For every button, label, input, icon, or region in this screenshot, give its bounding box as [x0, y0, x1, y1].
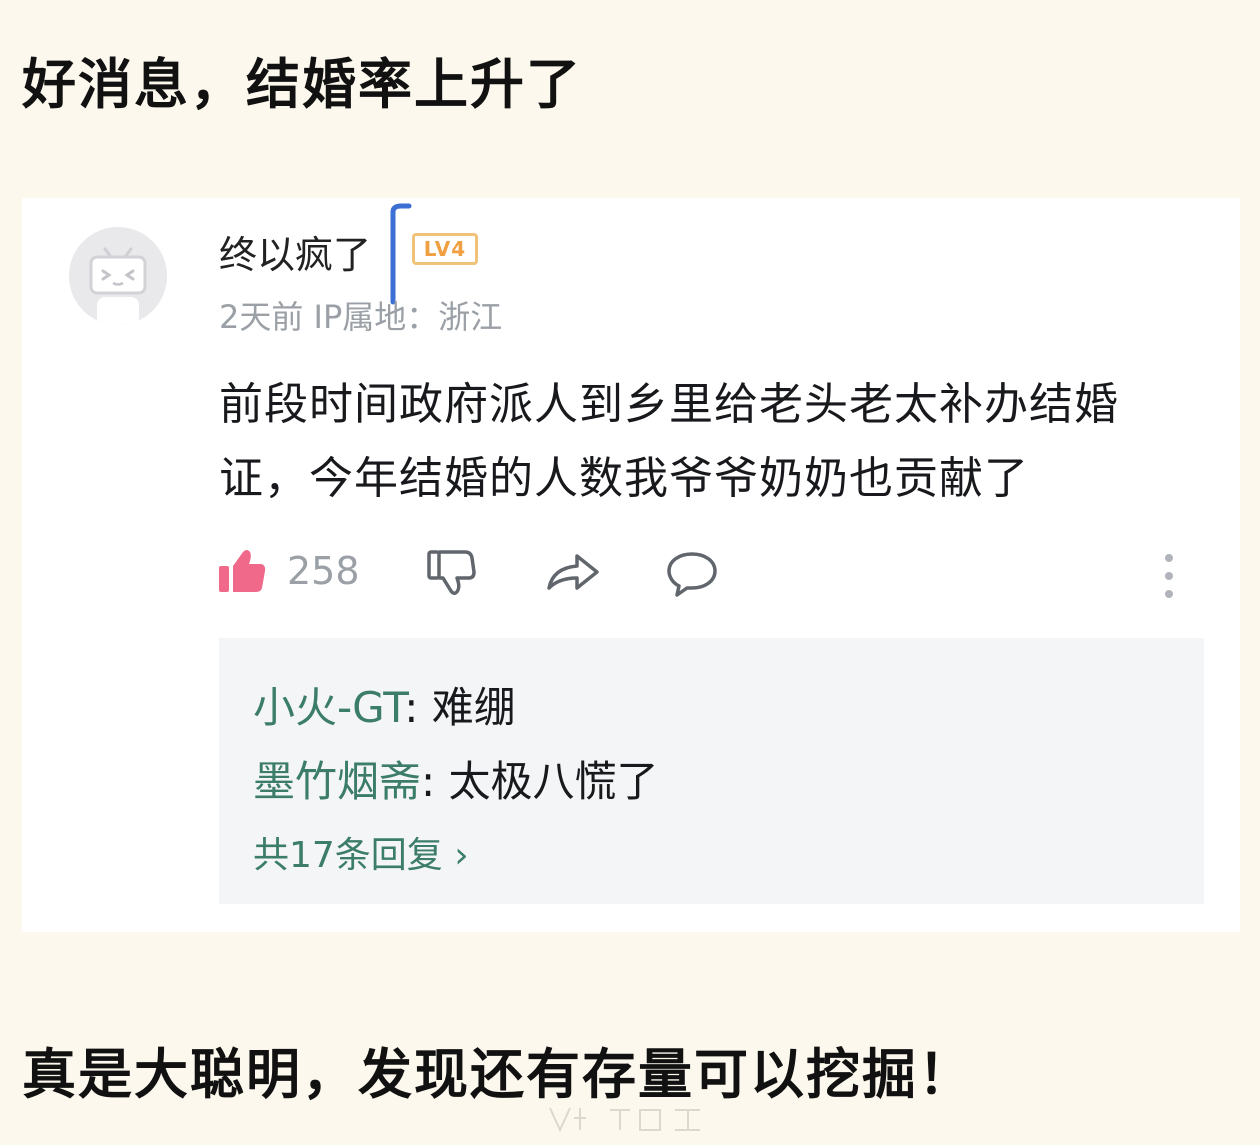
thumbs-down-icon [427, 550, 476, 595]
reply-text: 难绷 [431, 683, 516, 732]
level-badge: LV4 [412, 233, 478, 265]
comment-text: 前段时间政府派人到乡里给老头老太补办结婚证，今年结婚的人数我爷爷奶奶也贡献了 [219, 379, 1119, 504]
reply-preview[interactable]: 小火-GT: 难绷 墨竹烟斋: 太极八慌了 共17条回复 › [219, 638, 1204, 904]
reply-separator: : [421, 757, 449, 806]
reply-item[interactable]: 墨竹烟斋: 太极八慌了 [253, 748, 659, 809]
reply-username[interactable]: 小火-GT [253, 683, 404, 732]
comment-icon [667, 552, 717, 597]
caption: 真是大聪明，发现还有存量可以挖掘！ [22, 1043, 974, 1106]
more-icon [1165, 554, 1173, 598]
dislike-button[interactable] [425, 548, 477, 598]
reply-separator: : [404, 683, 432, 732]
reply-text: 太极八慌了 [448, 757, 659, 806]
view-all-replies-link[interactable]: 共17条回复 › [253, 826, 469, 878]
tv-avatar-icon [69, 227, 167, 325]
action-bar: 258 [217, 548, 1217, 608]
reply-item[interactable]: 小火-GT: 难绷 [253, 674, 516, 735]
like-count: 258 [287, 549, 360, 593]
avatar[interactable] [69, 227, 167, 325]
share-icon [547, 554, 599, 590]
thumbs-up-icon [219, 550, 266, 592]
share-button[interactable] [545, 548, 601, 594]
comment-meta: 2天前 IP属地：浙江 [219, 298, 503, 336]
watermark-logo-icon [549, 1107, 700, 1133]
reply-button[interactable] [665, 548, 719, 598]
like-button[interactable]: 258 [217, 548, 360, 594]
username[interactable]: 终以疯了 [219, 224, 371, 279]
reply-username[interactable]: 墨竹烟斋 [253, 757, 421, 806]
page: 好消息，结婚率上升了 终以疯了 LV4 2天前 IP属地：浙江 前段时间政府派人… [0, 0, 1260, 1145]
more-options-button[interactable] [1161, 552, 1177, 600]
comment-card: 终以疯了 LV4 2天前 IP属地：浙江 前段时间政府派人到乡里给老头老太补办结… [22, 198, 1240, 932]
headline: 好消息，结婚率上升了 [22, 53, 582, 116]
